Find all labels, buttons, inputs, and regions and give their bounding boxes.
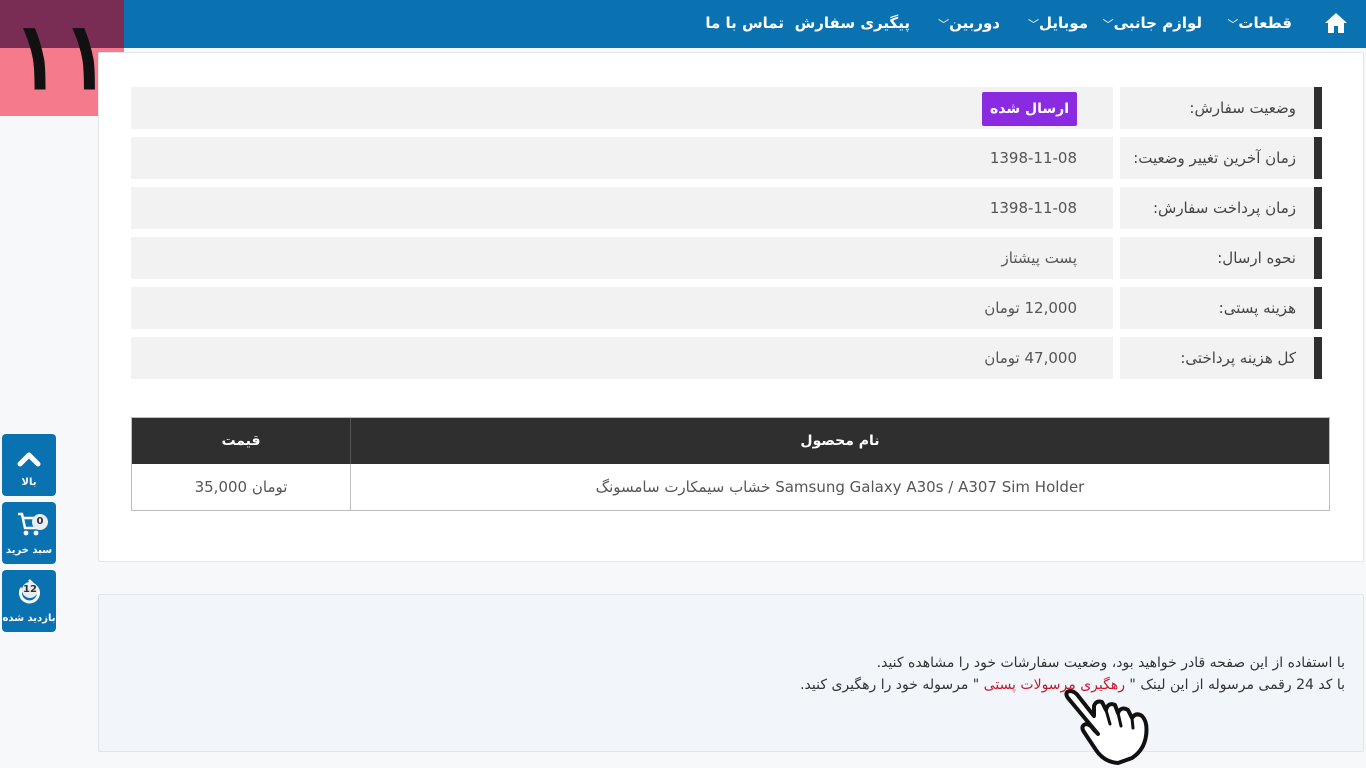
visited-button[interactable]: 12 بازدید شده xyxy=(2,570,56,632)
payment-time-value: 1398-11-08 xyxy=(131,187,1113,229)
nav-item-parts[interactable]: ﹀قطعات xyxy=(1221,0,1292,48)
product-name[interactable]: خشاب سیمکارت سامسونگ Samsung Galaxy A30s… xyxy=(351,464,1329,510)
order-status-label: وضعیت سفارش: xyxy=(1120,87,1322,129)
table-header: قیمت نام محصول xyxy=(132,418,1329,464)
cart-icon xyxy=(18,512,43,536)
shipping-cost-value: 12,000 تومان xyxy=(131,287,1113,329)
order-info-row: 1398-11-08 زمان پرداخت سفارش: xyxy=(131,187,1331,231)
last-change-label: زمان آخرین تغییر وضعیت: xyxy=(1120,137,1322,179)
chevron-up-icon xyxy=(17,452,41,467)
order-info-row: 12,000 تومان هزینه پستی: xyxy=(131,287,1331,331)
shipping-method-value: پست پیشتاز xyxy=(131,237,1113,279)
last-change-value: 1398-11-08 xyxy=(131,137,1113,179)
order-info-row: ارسال شده وضعیت سفارش: xyxy=(131,87,1331,131)
home-icon[interactable] xyxy=(1324,12,1348,34)
order-details-panel: ارسال شده وضعیت سفارش: 1398-11-08 زمان آ… xyxy=(98,52,1364,562)
price-header: قیمت xyxy=(132,418,351,464)
chevron-down-icon: ﹀ xyxy=(938,18,950,31)
nav-item-accessories[interactable]: ﹀لوازم جانبی xyxy=(1097,0,1202,48)
top-navbar: ﹀قطعات ﹀لوازم جانبی ﹀موبایل ﹀دوربین پیگی… xyxy=(0,0,1366,48)
products-table: قیمت نام محصول 35,000 تومان خشاب سیمکارت… xyxy=(131,417,1330,511)
cart-count-badge: 0 xyxy=(32,514,48,530)
nav-item-camera[interactable]: ﹀دوربین xyxy=(932,0,1000,48)
cart-button[interactable]: 0 سبد خرید xyxy=(2,502,56,564)
visited-count-badge: 12 xyxy=(22,582,38,598)
pointing-hand-icon xyxy=(1064,689,1149,765)
order-info-row: پست پیشتاز نحوه ارسال: xyxy=(131,237,1331,281)
table-row: 35,000 تومان خشاب سیمکارت سامسونگ Samsun… xyxy=(132,464,1329,510)
product-price: 35,000 تومان xyxy=(132,464,351,510)
help-text-line-1: با استفاده از این صفحه قادر خواهید بود، … xyxy=(876,655,1345,671)
chevron-down-icon: ﹀ xyxy=(1102,18,1114,31)
visited-label: بازدید شده xyxy=(2,613,56,624)
help-box: با استفاده از این صفحه قادر خواهید بود، … xyxy=(98,594,1364,752)
order-info-row: 47,000 تومان کل هزینه پرداختی: xyxy=(131,337,1331,381)
status-badge: ارسال شده xyxy=(981,91,1077,126)
chevron-down-icon: ﹀ xyxy=(1028,18,1040,31)
order-info-row: 1398-11-08 زمان آخرین تغییر وضعیت: xyxy=(131,137,1331,181)
payment-time-label: زمان پرداخت سفارش: xyxy=(1120,187,1322,229)
nav-item-contact[interactable]: تماس با ما xyxy=(705,0,784,48)
product-name-header: نام محصول xyxy=(800,433,880,449)
cart-label: سبد خرید xyxy=(5,545,53,556)
total-cost-label: کل هزینه پرداختی: xyxy=(1120,337,1322,379)
order-status-value: ارسال شده xyxy=(131,87,1113,129)
help-text-before: با کد 24 رقمی مرسوله از این لینک " xyxy=(1124,677,1345,693)
nav-item-mobile[interactable]: ﹀موبایل xyxy=(1022,0,1088,48)
scroll-top-button[interactable]: بالا xyxy=(2,434,56,496)
shipping-method-label: نحوه ارسال: xyxy=(1120,237,1322,279)
total-cost-value: 47,000 تومان xyxy=(131,337,1113,379)
help-text-after: " مرسوله خود را رهگیری کنید. xyxy=(800,677,984,693)
chevron-down-icon: ﹀ xyxy=(1227,18,1239,31)
shipping-cost-label: هزینه پستی: xyxy=(1120,287,1322,329)
nav-item-order-tracking[interactable]: پیگیری سفارش xyxy=(795,0,910,48)
scroll-top-label: بالا xyxy=(21,477,37,488)
